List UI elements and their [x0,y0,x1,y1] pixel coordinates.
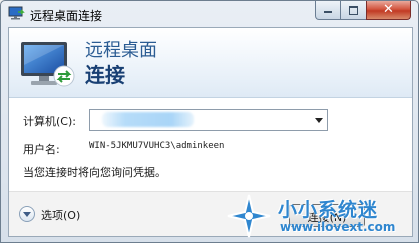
chevron-down-icon [23,212,31,217]
watermark-url: www.ilovext.com [280,220,396,234]
close-icon: ✕ [383,2,394,17]
remote-desktop-icon [8,6,25,20]
title-bar[interactable]: 远程桌面连接 ✕ [1,1,418,27]
redaction-blur [102,112,194,127]
username-label: 用户名: [23,143,60,156]
watermark-name: 小小系统迷 [278,199,379,221]
credentials-hint: 当您连接时将向您询问凭据。 [23,166,166,179]
maximize-icon [349,6,358,15]
banner-title-line2: 连接 [85,63,125,87]
monitor-connection-icon [21,42,75,87]
close-button[interactable]: ✕ [366,1,411,20]
chevron-down-icon[interactable] [315,118,323,123]
maximize-button[interactable] [340,1,367,20]
banner: 远程桌面 连接 [9,28,412,98]
chevron-down-circle-icon[interactable] [19,206,35,222]
computer-label: 计算机(C): [23,115,76,128]
watermark-logo-icon [227,194,271,238]
options-label[interactable]: 选项(O) [41,207,80,223]
options-toggle[interactable]: 选项(O) [19,204,119,224]
username-value: WIN-5JKMU7VUHC3\adminkeen [89,141,225,151]
watermark: 小小系统迷 www.ilovext.com [226,193,416,241]
computer-combobox[interactable] [89,109,328,131]
minimize-icon [324,11,332,13]
window-title: 远程桌面连接 [30,9,103,23]
minimize-button[interactable] [315,1,341,20]
